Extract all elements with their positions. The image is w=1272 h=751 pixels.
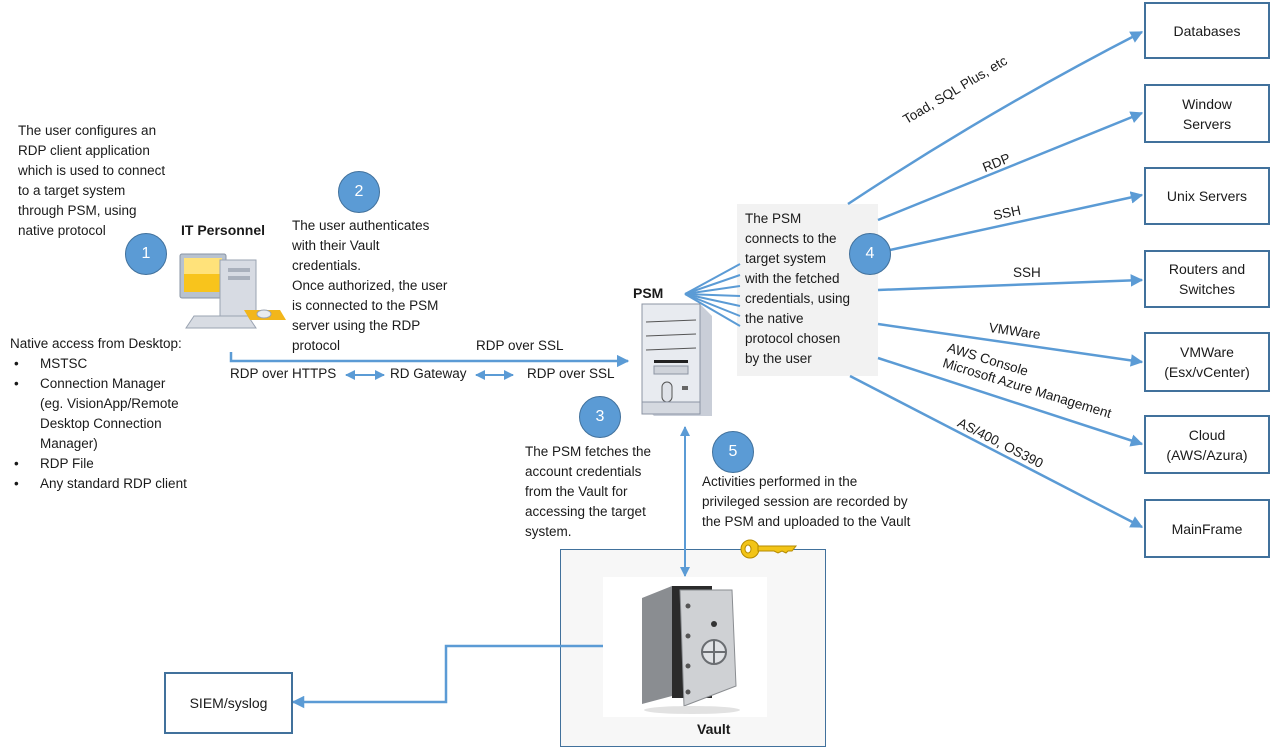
native-access-item-text: Connection Manager (eg. VisionApp/Remote… — [40, 376, 179, 451]
vault-to-siem-arrow — [291, 644, 603, 709]
target-databases: Databases — [1144, 2, 1270, 59]
desktop-computer-icon — [179, 253, 286, 329]
native-access-list: Native access from Desktop: MSTSC Connec… — [10, 334, 240, 494]
vault-label: Vault — [697, 721, 731, 737]
target-unix-servers: Unix Servers — [1144, 167, 1270, 225]
server-tower-icon — [641, 303, 712, 416]
intro-note: The user configures an RDP client applic… — [18, 123, 166, 238]
rdp-over-ssl-top-label: RDP over SSL — [476, 338, 564, 353]
step-2-badge: 2 — [338, 171, 380, 213]
step-3-badge: 3 — [579, 396, 621, 438]
step-2-text: The user authenticates with their Vault … — [292, 218, 448, 353]
native-access-item: Any standard RDP client — [10, 474, 240, 494]
step-5-badge: 5 — [712, 431, 754, 473]
target-routers-switches: Routers and Switches — [1144, 250, 1270, 308]
native-access-item: Connection Manager (eg. VisionApp/Remote… — [10, 374, 240, 454]
rd-gateway-label: RD Gateway — [390, 366, 467, 381]
step-4-text: The PSM connects to the target system wi… — [745, 211, 851, 366]
safe-icon — [642, 586, 740, 714]
native-access-item: RDP File — [10, 454, 240, 474]
target-vmware: VMWare (Esx/vCenter) — [1144, 332, 1270, 392]
rdp-over-https-label: RDP over HTTPS — [230, 366, 337, 381]
target-cloud: Cloud (AWS/Azura) — [1144, 415, 1270, 474]
rdp-over-ssl-bottom-label: RDP over SSL — [527, 366, 615, 381]
target-mainframe: MainFrame — [1144, 499, 1270, 558]
native-access-heading: Native access from Desktop: — [10, 336, 182, 351]
step-3-text: The PSM fetches the account credentials … — [525, 444, 652, 539]
target-window-servers: Window Servers — [1144, 84, 1270, 143]
psm-label: PSM — [633, 285, 664, 301]
step-1-badge: 1 — [125, 233, 167, 275]
key-icon — [740, 539, 798, 559]
protocol-label-routers: SSH — [1013, 265, 1041, 280]
step-5-text: Activities performed in the privileged s… — [702, 474, 911, 529]
native-access-item-text: Any standard RDP client — [40, 476, 187, 491]
siem-syslog-box: SIEM/syslog — [164, 672, 293, 734]
it-personnel-label: IT Personnel — [181, 222, 266, 238]
native-access-item-text: MSTSC — [40, 356, 88, 371]
arrow-to-routers — [877, 274, 1144, 292]
native-access-item-text: RDP File — [40, 456, 94, 471]
native-access-item: MSTSC — [10, 354, 240, 374]
